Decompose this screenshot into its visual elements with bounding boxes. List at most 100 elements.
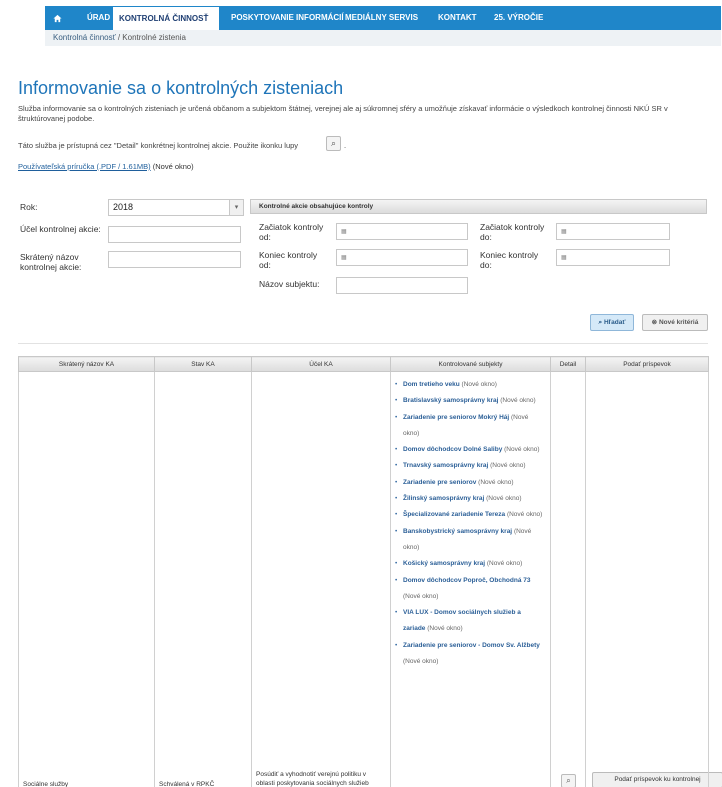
detail-hint: Táto služba je prístupná cez "Detail" ko… bbox=[18, 141, 299, 150]
col-header-detail: Detail bbox=[550, 356, 586, 372]
nav-kontrolna-cinnost[interactable]: KONTROLNÁ ČINNOSŤ bbox=[113, 6, 219, 30]
rok-select[interactable]: 2018 ▾ bbox=[108, 199, 244, 216]
nav-25-vyrocie[interactable]: 25. VÝROČIE bbox=[494, 6, 543, 30]
list-item: Domov dôchodcov Poproč, Obchodná 73 (Nov… bbox=[395, 573, 544, 606]
col-header-short-name[interactable]: Skrátený názov KA bbox=[18, 356, 155, 372]
subject-link[interactable]: Zariadenie pre seniorov bbox=[403, 479, 476, 486]
nazov-subjektu-label: Názov subjektu: bbox=[259, 279, 320, 289]
calendar-icon[interactable]: ▦ bbox=[341, 254, 347, 261]
koniec-od-label: Koniec kontroly od: bbox=[259, 250, 318, 270]
breadcrumb-separator: / bbox=[117, 33, 121, 42]
new-criteria-button[interactable]: ⊗ Nové kritériá bbox=[642, 314, 708, 331]
subject-note: (Nové okno) bbox=[461, 381, 497, 388]
search-button-label: Hľadať bbox=[603, 319, 626, 326]
zaciatok-do-input[interactable]: ▦ bbox=[556, 223, 670, 240]
submit-contribution-button[interactable]: Podať príspevok ku kontrolnej bbox=[592, 772, 722, 787]
breadcrumb-current: Kontrolné zistenia bbox=[122, 33, 186, 42]
manual-row: Používateľská príručka (.PDF / 1.61MB) (… bbox=[18, 162, 194, 171]
subject-link[interactable]: Zariadenie pre seniorov - Domov Sv. Alžb… bbox=[403, 642, 540, 649]
subject-link[interactable]: Zariadenie pre seniorov Mokrý Háj bbox=[403, 414, 509, 421]
magnifier-icon: ⌕ bbox=[326, 136, 341, 151]
calendar-icon[interactable]: ▦ bbox=[341, 228, 347, 235]
ucel-label: Účel kontrolnej akcie: bbox=[20, 224, 101, 234]
subject-link[interactable]: Košický samosprávny kraj bbox=[403, 560, 485, 567]
list-item: Košický samosprávny kraj (Nové okno) bbox=[395, 556, 544, 573]
manual-note: (Nové okno) bbox=[152, 162, 194, 171]
subject-note: (Nové okno) bbox=[403, 658, 439, 666]
zaciatok-do-label: Začiatok kontroly do: bbox=[480, 222, 545, 242]
results-table: Skrátený názov KA Stav KA Účel KA Kontro… bbox=[18, 356, 722, 787]
calendar-icon[interactable]: ▦ bbox=[561, 254, 567, 261]
subject-note: (Nové okno) bbox=[486, 560, 523, 568]
subject-note: (Nové okno) bbox=[490, 462, 526, 470]
list-item: VIA LUX - Domov sociálnych služieb a zar… bbox=[395, 605, 544, 638]
zaciatok-od-input[interactable]: ▦ bbox=[336, 223, 468, 240]
rok-label: Rok: bbox=[20, 202, 38, 212]
nav-urad[interactable]: ÚRAD bbox=[87, 6, 110, 30]
nav-poskytovanie-informacii[interactable]: POSKYTOVANIE INFORMÁCIÍ bbox=[231, 6, 344, 30]
col-header-submit: Podať príspevok bbox=[585, 356, 709, 372]
subject-note: (Nové okno) bbox=[427, 625, 463, 633]
new-criteria-label: Nové kritériá bbox=[658, 319, 699, 326]
subject-note: (Nové okno) bbox=[478, 478, 514, 486]
divider bbox=[18, 343, 708, 344]
list-item: Zariadenie pre seniorov Mokrý Háj (Nové … bbox=[395, 410, 544, 443]
top-navigation: ÚRAD KONTROLNÁ ČINNOSŤ POSKYTOVANIE INFO… bbox=[45, 6, 721, 30]
skrateny-input[interactable] bbox=[108, 251, 241, 268]
subject-link[interactable]: Domov dôchodcov Poproč, Obchodná 73 bbox=[403, 577, 531, 584]
table-header-row: Skrátený názov KA Stav KA Účel KA Kontro… bbox=[18, 356, 709, 372]
list-item: Zariadenie pre seniorov (Nové okno) bbox=[395, 475, 544, 492]
nav-kontakt[interactable]: KONTAKT bbox=[438, 6, 477, 30]
skrateny-label: Skrátený názov kontrolnej akcie: bbox=[20, 252, 82, 272]
detail-hint-end: . bbox=[344, 141, 347, 150]
cell-submit: Podať príspevok ku kontrolnej bbox=[585, 371, 722, 787]
koniec-do-label: Koniec kontroly do: bbox=[480, 250, 539, 270]
page-description: Služba informovanie sa o kontrolných zis… bbox=[18, 104, 668, 123]
cell-purpose: Posúdiť a vyhodnotiť verejnú politiku v … bbox=[251, 371, 391, 787]
koniec-od-input[interactable]: ▦ bbox=[336, 249, 468, 266]
breadcrumb: Kontrolná činnosť / Kontrolné zistenia bbox=[45, 30, 721, 46]
subject-link[interactable]: Trnavský samosprávny kraj bbox=[403, 462, 488, 469]
subject-note: (Nové okno) bbox=[500, 397, 536, 405]
subject-note: (Nové okno) bbox=[504, 446, 540, 454]
col-header-subjects[interactable]: Kontrolované subjekty bbox=[390, 356, 551, 372]
ucel-input[interactable] bbox=[108, 226, 241, 243]
subject-note: (Nové okno) bbox=[486, 495, 522, 503]
rok-value: 2018 bbox=[113, 202, 134, 212]
subjects-list: Dom tretieho veku (Nové okno) Bratislavs… bbox=[395, 377, 544, 671]
subject-note: (Nové okno) bbox=[506, 511, 543, 519]
list-item: Žilinský samosprávny kraj (Nové okno) bbox=[395, 491, 544, 508]
subject-link[interactable]: Domov dôchodcov Dolné Saliby bbox=[403, 446, 502, 453]
breadcrumb-link[interactable]: Kontrolná činnosť bbox=[53, 33, 116, 42]
subject-link[interactable]: Žilinský samosprávny kraj bbox=[403, 495, 484, 502]
subject-note: (Nové okno) bbox=[403, 592, 439, 600]
zaciatok-od-label: Začiatok kontroly od: bbox=[259, 222, 324, 242]
col-header-purpose[interactable]: Účel KA bbox=[251, 356, 391, 372]
subject-link[interactable]: Dom tretieho veku bbox=[403, 381, 460, 388]
list-item: Dom tretieho veku (Nové okno) bbox=[395, 377, 544, 394]
page-title: Informovanie sa o kontrolných zisteniach bbox=[18, 78, 344, 98]
list-item: Trnavský samosprávny kraj (Nové okno) bbox=[395, 458, 544, 475]
search-button[interactable]: ⌕ Hľadať bbox=[590, 314, 634, 331]
cell-status: Schválená v RPKČ bbox=[154, 371, 252, 787]
subject-link[interactable]: Špecializované zariadenie Tereza bbox=[403, 511, 505, 518]
subject-link[interactable]: Banskobystrický samosprávny kraj bbox=[403, 528, 512, 535]
subject-link[interactable]: Bratislavský samosprávny kraj bbox=[403, 397, 498, 404]
nav-medialny-servis[interactable]: MEDIÁLNY SERVIS bbox=[345, 6, 418, 30]
list-item: Špecializované zariadenie Tereza (Nové o… bbox=[395, 507, 544, 524]
col-header-status[interactable]: Stav KA bbox=[154, 356, 252, 372]
calendar-icon[interactable]: ▦ bbox=[561, 228, 567, 235]
manual-link[interactable]: Používateľská príručka (.PDF / 1.61MB) bbox=[18, 162, 151, 171]
list-item: Banskobystrický samosprávny kraj (Nové o… bbox=[395, 524, 544, 557]
table-row: Sociálne služby Schválená v RPKČ Posúdiť… bbox=[18, 371, 722, 787]
magnifier-icon[interactable]: ⌕ bbox=[561, 774, 576, 787]
chevron-down-icon: ▾ bbox=[229, 200, 243, 215]
nazov-subjektu-input[interactable] bbox=[336, 277, 468, 294]
cell-short-name: Sociálne služby bbox=[18, 371, 155, 787]
cell-subjects: Dom tretieho veku (Nové okno) Bratislavs… bbox=[390, 371, 551, 787]
panel-header: Kontrolné akcie obsahujúce kontroly bbox=[250, 199, 707, 214]
list-item: Zariadenie pre seniorov - Domov Sv. Alžb… bbox=[395, 638, 544, 671]
home-icon[interactable] bbox=[45, 6, 70, 30]
koniec-do-input[interactable]: ▦ bbox=[556, 249, 670, 266]
list-item: Domov dôchodcov Dolné Saliby (Nové okno) bbox=[395, 442, 544, 459]
